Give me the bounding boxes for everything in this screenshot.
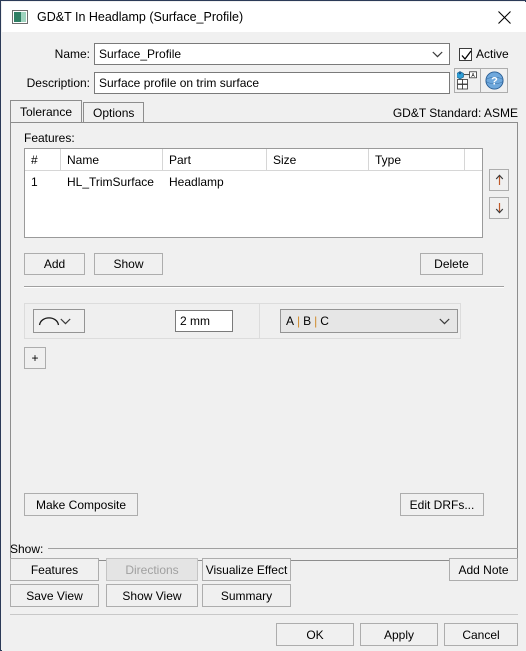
features-table[interactable]: # Name Part Size Type 1 HL_TrimSurface H…	[24, 148, 483, 238]
show-group-label: Show:	[10, 542, 44, 556]
show-features-label: Features	[30, 562, 79, 577]
active-checkbox-wrap[interactable]: Active	[459, 47, 509, 61]
datum-separator-1: |	[297, 314, 301, 328]
description-icon-buttons: A ?	[454, 68, 508, 93]
edit-drfs-button[interactable]: Edit DRFs...	[400, 493, 484, 516]
name-label: Name:	[54, 47, 90, 61]
ok-label: OK	[306, 627, 324, 642]
show-view-button[interactable]: Show View	[106, 584, 198, 607]
column-header-part: Part	[163, 149, 267, 170]
show-features-button[interactable]: Features	[10, 558, 99, 581]
tolerance-value: 2 mm	[180, 314, 210, 328]
features-label: Features:	[24, 131, 75, 145]
tolerance-row: 2 mm A | B | C	[24, 303, 461, 339]
add-note-button[interactable]: Add Note	[449, 558, 518, 581]
summary-button[interactable]: Summary	[202, 584, 291, 607]
table-row[interactable]: 1 HL_TrimSurface Headlamp	[25, 171, 482, 192]
add-tolerance-row-label: +	[31, 351, 39, 365]
edit-drfs-label: Edit DRFs...	[409, 497, 475, 512]
show-view-label: Show View	[122, 588, 182, 603]
chevron-down-icon	[432, 47, 443, 61]
footer-divider	[10, 614, 518, 615]
add-tolerance-row-button[interactable]: +	[24, 347, 46, 369]
tab-strip: Tolerance Options GD&T Standard: ASME	[10, 100, 518, 122]
close-icon[interactable]	[482, 2, 526, 32]
cell-num: 1	[31, 174, 38, 189]
make-composite-label: Make Composite	[35, 497, 127, 512]
cancel-button[interactable]: Cancel	[444, 623, 518, 646]
save-view-label: Save View	[26, 588, 83, 603]
cell-part: Headlamp	[169, 174, 224, 189]
datum-b: B	[303, 314, 312, 328]
summary-label: Summary	[220, 588, 273, 603]
tolerance-tab-panel: Features: # Name Part Size Type 1 HL_Tri…	[10, 122, 518, 561]
show-feature-button[interactable]: Show	[94, 253, 163, 275]
move-up-button[interactable]	[489, 169, 509, 191]
active-label: Active	[476, 47, 509, 61]
section-divider	[24, 286, 504, 288]
window-title: GD&T In Headlamp (Surface_Profile)	[37, 10, 244, 24]
datum-a: A	[286, 314, 295, 328]
description-input[interactable]: Surface profile on trim surface	[94, 72, 450, 94]
column-header-num: #	[25, 149, 61, 170]
apply-button[interactable]: Apply	[360, 623, 438, 646]
column-header-spacer	[465, 149, 482, 170]
gdt-dialog-window: GD&T In Headlamp (Surface_Profile) Name:…	[0, 0, 526, 651]
title-bar: GD&T In Headlamp (Surface_Profile)	[2, 2, 526, 32]
description-label: Description:	[26, 76, 90, 90]
features-table-header: # Name Part Size Type	[25, 149, 482, 171]
tab-tolerance[interactable]: Tolerance	[10, 100, 83, 122]
add-note-label: Add Note	[458, 562, 509, 577]
apply-label: Apply	[383, 627, 415, 642]
chevron-down-icon	[60, 314, 71, 328]
gdt-standard-label: GD&T Standard: ASME	[392, 106, 518, 120]
description-value: Surface profile on trim surface	[99, 76, 260, 90]
ok-button[interactable]: OK	[276, 623, 354, 646]
datum-reference-frame-combobox[interactable]: A | B | C	[280, 309, 458, 333]
datum-separator-2: |	[314, 314, 318, 328]
visualize-effect-label: Visualize Effect	[205, 562, 288, 577]
cancel-label: Cancel	[462, 627, 500, 642]
datum-c: C	[320, 314, 329, 328]
visualize-effect-button[interactable]: Visualize Effect	[202, 558, 291, 581]
tab-options[interactable]: Options	[83, 102, 145, 122]
save-view-button[interactable]: Save View	[10, 584, 99, 607]
show-feature-label: Show	[113, 257, 144, 271]
column-header-type: Type	[369, 149, 465, 170]
name-value: Surface_Profile	[99, 47, 182, 61]
column-header-size: Size	[267, 149, 369, 170]
make-composite-button[interactable]: Make Composite	[24, 493, 138, 516]
description-row: Description: Surface profile on trim sur…	[2, 70, 526, 96]
show-group-divider	[48, 548, 518, 549]
cell-type	[369, 171, 465, 192]
tab-options-label: Options	[93, 105, 135, 120]
add-feature-button[interactable]: Add	[24, 253, 85, 275]
cell-size	[267, 171, 369, 192]
delete-feature-button[interactable]: Delete	[420, 253, 483, 275]
show-directions-button: Directions	[106, 558, 198, 581]
chevron-down-icon	[439, 314, 450, 328]
name-combobox[interactable]: Surface_Profile	[94, 43, 450, 65]
tab-tolerance-label: Tolerance	[20, 104, 73, 119]
column-header-name: Name	[61, 149, 163, 170]
dialog-body: Name: Surface_Profile Active Description…	[2, 32, 526, 651]
app-square-icon	[12, 10, 28, 24]
active-checkbox[interactable]	[459, 47, 472, 61]
move-down-button[interactable]	[489, 197, 509, 219]
add-feature-label: Add	[43, 257, 66, 271]
svg-text:?: ?	[491, 75, 498, 87]
name-row: Name: Surface_Profile Active	[2, 42, 526, 66]
show-directions-label: Directions	[125, 562, 179, 577]
cell-name: HL_TrimSurface	[67, 174, 154, 189]
cell-spacer	[465, 171, 482, 192]
feature-control-frame-icon[interactable]: A	[454, 68, 481, 93]
tolerance-value-input[interactable]: 2 mm	[175, 310, 233, 332]
surface-profile-symbol	[38, 313, 60, 330]
tolerance-symbol-combobox[interactable]	[33, 309, 85, 333]
help-icon[interactable]: ?	[481, 68, 508, 93]
delete-feature-label: Delete	[434, 257, 469, 271]
